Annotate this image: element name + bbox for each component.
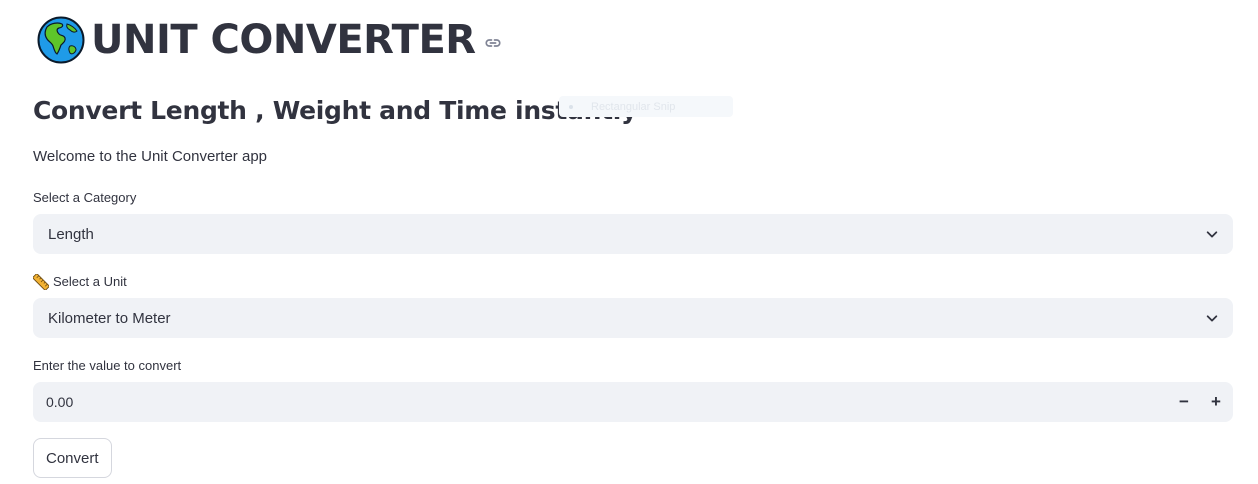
title-row: UNIT CONVERTER <box>37 14 502 66</box>
snip-tool-overlay: Rectangular Snip <box>559 96 733 117</box>
page-title: UNIT CONVERTER <box>91 17 476 63</box>
ruler-icon <box>33 274 49 290</box>
value-label: Enter the value to convert <box>33 358 182 373</box>
value-number-input: − + <box>33 381 1233 423</box>
category-selected-value: Length <box>48 225 94 243</box>
link-icon[interactable] <box>484 34 502 52</box>
snip-overlay-label: Rectangular Snip <box>591 100 676 113</box>
welcome-text: Welcome to the Unit Converter app <box>33 148 268 165</box>
snip-overlay-dot <box>569 104 573 109</box>
value-input[interactable] <box>33 381 1148 423</box>
unit-label-text: Select a Unit <box>53 274 127 289</box>
unit-selected-value: Kilometer to Meter <box>48 309 171 327</box>
convert-button[interactable]: Convert <box>33 438 112 478</box>
category-select[interactable]: Length <box>33 214 1233 254</box>
chevron-down-icon <box>1206 231 1218 238</box>
decrement-button[interactable]: − <box>1168 382 1200 422</box>
category-label: Select a Category <box>33 190 137 205</box>
globe-americas-icon <box>37 16 85 64</box>
increment-button[interactable]: + <box>1200 382 1232 422</box>
chevron-down-icon <box>1206 315 1218 322</box>
page-subheader: Convert Length , Weight and Time instant… <box>33 96 638 125</box>
unit-label: Select a Unit <box>33 273 127 291</box>
unit-select[interactable]: Kilometer to Meter <box>33 298 1233 338</box>
